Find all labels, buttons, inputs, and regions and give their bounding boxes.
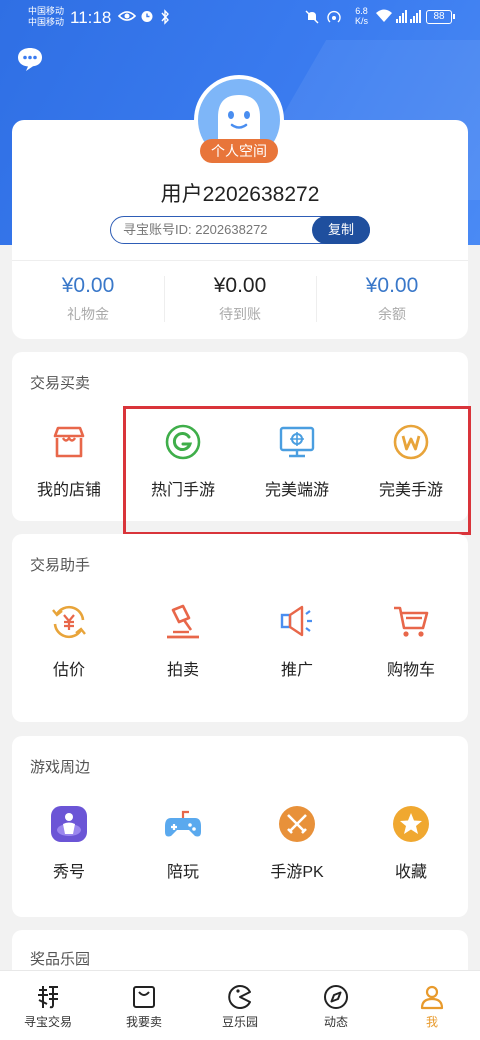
bottom-nav: 寻宝交易 我要卖 豆乐园 动态 我 (0, 970, 480, 1040)
balance-remaining[interactable]: ¥0.00 余额 (316, 268, 468, 334)
nav-label: 我要卖 (125, 1015, 162, 1029)
item-label: 拍卖 (166, 662, 199, 679)
shop-icon (49, 422, 89, 462)
signal-icon-2 (410, 9, 422, 26)
nav-item-sell[interactable]: 我要卖 (96, 971, 192, 1040)
nav-item-treasure-trade[interactable]: 寻宝交易 (0, 971, 96, 1040)
account-id-pill: 寻宝账号ID: 2202638272 复制 (110, 216, 370, 244)
sell-bag-icon (130, 983, 158, 1011)
section-title: 交易买卖 (30, 375, 91, 392)
item-label: 手游PK (270, 864, 324, 881)
highlight-box (123, 406, 471, 535)
game-item-pk[interactable]: 手游PK (240, 804, 354, 882)
nav-label: 我 (425, 1015, 438, 1029)
assistant-item-auction[interactable]: 拍卖 (126, 602, 240, 680)
item-label: 推广 (280, 662, 313, 679)
nav-item-feed[interactable]: 动态 (288, 971, 384, 1040)
network-speed: 6.8 K/s (355, 6, 368, 26)
section-title: 奖品乐园 (30, 951, 91, 968)
balance-value: ¥0.00 (61, 274, 115, 297)
personal-space-badge[interactable]: 个人空间 (200, 139, 278, 163)
section-title: 交易助手 (30, 557, 91, 574)
compass-icon (322, 983, 350, 1011)
nav-label: 豆乐园 (221, 1015, 258, 1029)
copy-button[interactable]: 复制 (312, 216, 370, 244)
assistant-item-promote[interactable]: 推广 (240, 602, 354, 680)
treasure-trade-icon (34, 983, 62, 1011)
megaphone-icon (277, 602, 317, 642)
speed-unit: K/s (355, 16, 369, 26)
trade-item-my-shop[interactable]: 我的店铺 (12, 422, 126, 500)
star-icon (391, 804, 431, 844)
item-label: 收藏 (394, 864, 427, 881)
eye-icon (117, 9, 137, 26)
username: 用户2202638272 (160, 183, 320, 206)
hotspot-icon (326, 9, 342, 28)
balance-label: 待到账 (219, 306, 261, 322)
game-item-showcase[interactable]: 秀号 (12, 804, 126, 882)
swords-icon (277, 804, 317, 844)
balance-label: 余额 (378, 306, 406, 322)
wifi-icon (375, 9, 393, 26)
account-id-text: 寻宝账号ID: 2202638272 (123, 222, 268, 237)
nav-item-bean-park[interactable]: 豆乐园 (192, 971, 288, 1040)
game-grid: 秀号 陪玩 手游PK 收藏 (12, 804, 468, 882)
item-label: 陪玩 (166, 864, 199, 881)
carrier-info: 中国移动 中国移动 (28, 6, 64, 28)
balance-gift[interactable]: ¥0.00 礼物金 (12, 268, 164, 334)
valuation-icon (49, 602, 89, 642)
balances-row: ¥0.00 礼物金 ¥0.00 待到账 ¥0.00 余额 (12, 268, 468, 334)
clock: 11:18 (70, 8, 112, 27)
status-bar: 中国移动 中国移动 11:18 6.8 K/s 88 (0, 0, 480, 36)
game-section: 游戏周边 秀号 陪玩 手游PK 收藏 (12, 736, 468, 917)
battery-indicator: 88 (426, 10, 455, 24)
alarm-icon (140, 9, 154, 26)
assistant-item-valuation[interactable]: 估价 (12, 602, 126, 680)
section-title: 游戏周边 (30, 759, 91, 776)
profile-icon (418, 983, 446, 1011)
carrier-2: 中国移动 (28, 17, 65, 27)
game-item-companion[interactable]: 陪玩 (126, 804, 240, 882)
balance-value: ¥0.00 (365, 274, 419, 297)
item-label: 购物车 (386, 662, 435, 679)
assistant-item-cart[interactable]: 购物车 (354, 602, 468, 680)
nav-label: 动态 (323, 1015, 348, 1029)
mute-icon (304, 9, 320, 28)
bluetooth-icon (160, 9, 170, 28)
game-item-favorite[interactable]: 收藏 (354, 804, 468, 882)
cart-icon (391, 602, 431, 642)
message-icon[interactable] (16, 46, 44, 71)
speed-value: 6.8 (355, 6, 368, 16)
assistant-grid: 估价 拍卖 推广 购物车 (12, 602, 468, 680)
gamepad-icon (163, 804, 203, 844)
signal-icon (396, 9, 408, 26)
nav-label: 寻宝交易 (23, 1015, 72, 1029)
item-label: 估价 (52, 662, 85, 679)
item-label: 我的店铺 (36, 482, 101, 499)
showcase-icon (49, 804, 89, 844)
balance-label: 礼物金 (67, 306, 109, 322)
divider (12, 260, 468, 261)
auction-icon (163, 602, 203, 642)
carrier-1: 中国移动 (28, 6, 65, 16)
bean-park-icon (226, 983, 254, 1011)
item-label: 秀号 (52, 864, 85, 881)
assistant-section: 交易助手 估价 拍卖 推广 购物车 (12, 534, 468, 722)
nav-item-me[interactable]: 我 (384, 971, 480, 1040)
balance-value: ¥0.00 (213, 274, 267, 297)
balance-pending[interactable]: ¥0.00 待到账 (164, 268, 316, 334)
